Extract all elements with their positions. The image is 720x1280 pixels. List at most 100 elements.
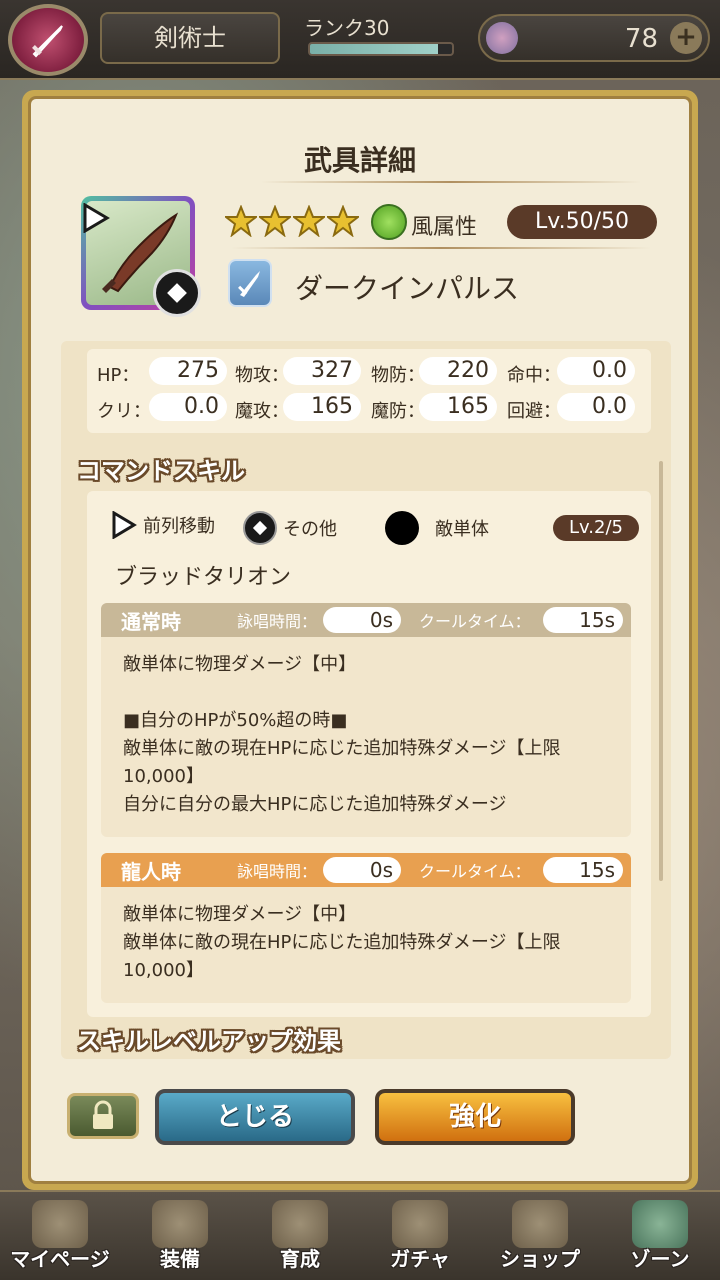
coin-icon — [512, 1200, 568, 1248]
cast-time-label: 詠唱時間： — [237, 862, 318, 881]
scroll-icon — [32, 1200, 88, 1248]
description-line: 敵単体に敵の現在HPに応じた追加特殊ダメージ【上限 — [123, 738, 561, 759]
stats-row: HP： 275 物攻： 327 物防： 220 命中： 0.0 — [87, 355, 651, 389]
stat-label: 命中： — [507, 365, 561, 386]
cast-time-value: 0s — [323, 607, 401, 633]
skill-tags: 前列移動 その他 敵単体 Lv.2/5 — [87, 511, 651, 551]
skill-level-badge: Lv.2/5 — [553, 515, 639, 541]
star-icon — [327, 205, 359, 237]
add-gems-button[interactable]: + — [670, 22, 702, 54]
crossed-swords-icon — [272, 1200, 328, 1248]
skill-name: ブラッドタリオン — [115, 565, 292, 590]
rank-label: ランク30 — [304, 16, 390, 40]
enhance-button[interactable]: 強化 — [375, 1089, 575, 1145]
nav-gacha[interactable]: ガチャ — [360, 1192, 480, 1280]
weapon-level-badge: Lv.50/50 — [507, 205, 657, 239]
skill-tag-move: 前列移動 — [111, 511, 215, 539]
description-line: 敵単体に敵の現在HPに応じた追加特殊ダメージ【上限 — [123, 932, 561, 953]
stat-value: 165 — [283, 393, 361, 421]
gem-counter: 78 + — [478, 14, 710, 62]
stat-label: HP： — [97, 365, 140, 386]
cooldown-label: クールタイム： — [419, 862, 531, 881]
nav-shop[interactable]: ショップ — [480, 1192, 600, 1280]
normal-mode-panel: 通常時 詠唱時間： 0s クールタイム： 15s 敵単体に物理ダメージ【中】 ■… — [101, 603, 631, 837]
star-icon — [259, 205, 291, 237]
stats-row: クリ： 0.0 魔攻： 165 魔防： 165 回避： 0.0 — [87, 391, 651, 425]
description-line — [123, 679, 609, 707]
stat-value: 275 — [149, 357, 227, 385]
sword-type-icon — [228, 259, 272, 307]
rank-progress-bar — [308, 42, 454, 56]
cast-time-label: 詠唱時間： — [237, 612, 318, 631]
skill-tag-label: その他 — [283, 519, 337, 540]
stat-label: 回避： — [507, 401, 561, 422]
description-line: 敵単体に物理ダメージ【中】 — [123, 904, 357, 925]
nav-equipment[interactable]: 装備 — [120, 1192, 240, 1280]
description-line: 自分に自分の最大HPに応じた追加特殊ダメージ — [123, 794, 507, 815]
mode-title: 龍人時 — [121, 859, 181, 884]
stat-value: 0.0 — [149, 393, 227, 421]
normal-mode-description: 敵単体に物理ダメージ【中】 ■自分のHPが50%超の時■ 敵単体に敵の現在HPに… — [101, 637, 631, 833]
nav-label: 育成 — [280, 1247, 320, 1271]
stats-table: HP： 275 物攻： 327 物防： 220 命中： 0.0 クリ： 0.0 … — [87, 349, 651, 433]
nav-training[interactable]: 育成 — [240, 1192, 360, 1280]
stat-label: 物防： — [371, 365, 425, 386]
dragon-mode-description: 敵単体に物理ダメージ【中】 敵単体に敵の現在HPに応じた追加特殊ダメージ【上限 … — [101, 887, 631, 999]
top-status-bar: 剣術士 ランク30 78 + — [0, 0, 720, 80]
description-line: 敵単体に物理ダメージ【中】 — [123, 654, 357, 675]
padlock-icon — [93, 1100, 113, 1129]
stat-label: 物攻： — [235, 365, 289, 386]
skill-tag-target: 敵単体 — [385, 511, 489, 545]
dragon-mode-panel: 龍人時 詠唱時間： 0s クールタイム： 15s 敵単体に物理ダメージ【中】 敵… — [101, 853, 631, 1003]
wind-attribute-icon — [371, 204, 407, 240]
rarity-stars — [225, 205, 359, 237]
nav-label: ガチャ — [390, 1247, 450, 1271]
header-divider — [231, 247, 651, 249]
detail-scroll-area[interactable]: HP： 275 物攻： 327 物防： 220 命中： 0.0 クリ： 0.0 … — [61, 341, 671, 1059]
bottom-navigation: マイページ 装備 育成 ガチャ ショップ ゾーン — [0, 1190, 720, 1280]
star-icon — [293, 205, 325, 237]
skill-tag-label: 前列移動 — [143, 516, 215, 537]
helmet-icon — [152, 1200, 208, 1248]
cooldown-label: クールタイム： — [419, 612, 531, 631]
nav-label: ゾーン — [630, 1247, 690, 1271]
stat-label: クリ： — [97, 401, 151, 422]
diamond-badge-icon — [153, 269, 201, 317]
dialog-title: 武具詳細 — [303, 144, 416, 177]
attribute-label: 風属性 — [411, 215, 478, 240]
dragon-mode-header: 龍人時 詠唱時間： 0s クールタイム： 15s — [101, 853, 631, 887]
stat-value: 0.0 — [557, 357, 635, 385]
cooldown-value: 15s — [543, 607, 623, 633]
description-line: ■自分のHPが50%超の時■ — [123, 710, 348, 731]
dialog-body: 武具詳細 風属性 Lv.50/50 ダークインパルス HP： 275 物攻： 3… — [28, 96, 692, 1184]
job-emblem[interactable] — [8, 4, 88, 76]
nav-label: マイページ — [10, 1247, 110, 1271]
cast-time-value: 0s — [323, 857, 401, 883]
play-triangle-icon — [83, 203, 110, 233]
stat-value: 165 — [419, 393, 497, 421]
bag-icon — [392, 1200, 448, 1248]
nav-label: 装備 — [160, 1247, 200, 1271]
nav-label: ショップ — [500, 1247, 580, 1271]
weapon-detail-dialog: 武具詳細 風属性 Lv.50/50 ダークインパルス HP： 275 物攻： 3… — [22, 90, 698, 1190]
close-button[interactable]: とじる — [155, 1089, 355, 1145]
weapon-name: ダークインパルス — [295, 272, 520, 305]
nav-zone[interactable]: ゾーン — [600, 1192, 720, 1280]
skill-tag-other: その他 — [243, 511, 337, 545]
stat-label: 魔攻： — [235, 401, 289, 422]
nav-mypage[interactable]: マイページ — [0, 1192, 120, 1280]
play-triangle-icon — [112, 511, 137, 539]
title-divider — [261, 181, 641, 183]
description-line: 10,000】 — [123, 766, 204, 787]
gem-count: 78 — [624, 24, 658, 54]
scrollbar[interactable] — [659, 461, 663, 881]
lock-button[interactable] — [67, 1093, 139, 1139]
normal-mode-header: 通常時 詠唱時間： 0s クールタイム： 15s — [101, 603, 631, 637]
gem-icon — [486, 22, 518, 54]
skill-tag-label: 敵単体 — [435, 519, 489, 540]
rank-progress-fill — [310, 44, 438, 54]
sword-emblem-icon — [32, 25, 63, 58]
black-circle-icon — [385, 511, 419, 545]
stat-value: 327 — [283, 357, 361, 385]
rank-indicator: ランク30 — [296, 8, 462, 64]
